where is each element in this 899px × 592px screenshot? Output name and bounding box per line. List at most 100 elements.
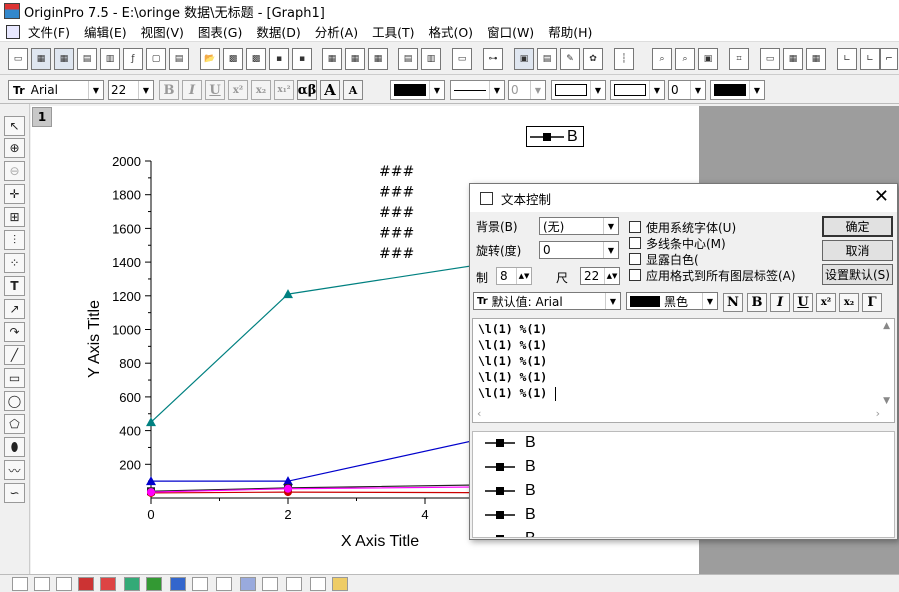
background-label: 背景(B) [476, 220, 518, 234]
y-tick-label: 1000 [112, 323, 141, 338]
text-line: \l(1) %(1) [478, 386, 548, 400]
column-plot-icon[interactable] [78, 577, 94, 591]
apply-all-layers-label: 应用格式到所有图层标签(A) [646, 269, 796, 283]
line-symbol-plot-icon[interactable] [56, 577, 72, 591]
spinner-arrows-icon[interactable]: ▲▼ [516, 268, 531, 284]
dialog-greek-button[interactable]: Γ [862, 293, 882, 312]
system-font-checkbox[interactable] [629, 221, 641, 233]
polar-plot-icon[interactable] [170, 577, 186, 591]
text-editor[interactable]: \l(1) %(1) \l(1) %(1) \l(1) %(1) \l(1) %… [472, 318, 895, 423]
legend-line-icon [496, 535, 504, 537]
rotation-label: 旋转(度) [476, 244, 522, 258]
contour-plot-icon[interactable] [240, 577, 256, 591]
dialog-title: 文本控制 [501, 191, 552, 207]
background-select[interactable]: (无) ▼ [539, 217, 619, 235]
background-value: (无) [543, 219, 565, 234]
x-axis-title[interactable]: X Axis Title [341, 533, 419, 550]
area-plot-icon[interactable] [146, 577, 162, 591]
legend-label: B [567, 127, 578, 145]
multiline-center-label: 多线条中心(M) [646, 237, 726, 251]
preview-legend-item: B [485, 458, 536, 476]
dialog-color-value: 黑色 [664, 294, 689, 309]
scroll-down-icon[interactable]: ▼ [883, 396, 890, 406]
dialog-font-select[interactable]: Tr 默认值: Arial ▼ [473, 292, 621, 310]
apply-all-layers-checkbox[interactable] [629, 269, 641, 281]
preview-legend-item: B [485, 434, 536, 452]
spinner-arrows-icon[interactable]: ▲▼ [604, 268, 619, 284]
size-spinner[interactable]: 8 ▲▼ [496, 267, 532, 285]
dialog-color-select[interactable]: 黑色 ▼ [626, 292, 718, 310]
text-preview: B B B B B [472, 431, 895, 538]
template-icon[interactable] [192, 577, 208, 591]
image-plot-icon[interactable] [332, 577, 348, 591]
multiline-center-checkbox[interactable] [629, 237, 641, 249]
dialog-bold-button[interactable]: B [747, 293, 767, 312]
y-tick-label: 1200 [112, 289, 141, 304]
hash-label: ### [379, 185, 414, 201]
size-label-a: 制 [476, 271, 489, 285]
normal-button[interactable]: N [723, 293, 743, 312]
scroll-up-icon[interactable]: ▲ [883, 321, 890, 331]
dialog-underline-button[interactable]: U [793, 293, 813, 312]
text-line: \l(1) %(1) [478, 322, 548, 336]
chevron-down-icon: ▼ [605, 293, 620, 309]
vector-plot-icon[interactable] [310, 577, 326, 591]
scatter-plot-icon[interactable] [34, 577, 50, 591]
x-tick-label: 2 [284, 507, 291, 522]
legend-line-icon [485, 463, 515, 471]
white-out-checkbox[interactable] [629, 253, 641, 265]
system-font-label: 使用系统字体(U) [646, 221, 737, 235]
3d-surface-icon[interactable] [286, 577, 302, 591]
scroll-right-icon[interactable]: › [876, 407, 880, 420]
y-axis-title[interactable]: Y Axis Title [86, 300, 103, 378]
y-tick-label: 1400 [112, 255, 141, 270]
truetype-icon: Tr [477, 295, 488, 307]
white-out-label: 显露白色( [646, 253, 699, 267]
close-icon[interactable]: ✕ [874, 186, 889, 207]
text-line: \l(1) %(1) [478, 370, 548, 384]
dialog-italic-button[interactable]: I [770, 293, 790, 312]
y-tick-label: 400 [119, 424, 141, 439]
data-point [147, 488, 155, 497]
ternary-plot-icon[interactable] [216, 577, 232, 591]
line-plot-icon[interactable] [12, 577, 28, 591]
font-size-spinner-value: 22 [584, 269, 600, 283]
chevron-down-icon: ▼ [603, 218, 618, 234]
cancel-button[interactable]: 取消 [822, 240, 893, 261]
x-tick-label: 0 [147, 507, 154, 522]
bar-plot-icon[interactable] [100, 577, 116, 591]
set-default-button[interactable]: 设置默认(S) [822, 264, 893, 285]
legend[interactable]: B [526, 126, 584, 147]
size-spinner-value: 8 [500, 269, 508, 283]
plot-toolbar [0, 574, 899, 592]
scroll-left-icon[interactable]: ‹ [477, 407, 481, 420]
3d-bar-icon[interactable] [262, 577, 278, 591]
text-control-dialog: 文本控制 ✕ 背景(B) (无) ▼ 旋转(度) 0 ▼ 制 8 ▲▼ 尺 22… [469, 183, 898, 540]
hash-label: ### [379, 164, 414, 180]
dialog-subscript-button[interactable]: x₂ [839, 293, 859, 312]
rotation-select[interactable]: 0 ▼ [539, 241, 619, 259]
rotation-value: 0 [543, 243, 551, 257]
chevron-down-icon: ▼ [603, 242, 618, 258]
legend-line-icon [485, 511, 515, 519]
hash-label: ### [379, 246, 414, 262]
size-label-b: 尺 [556, 271, 569, 285]
chevron-down-icon: ▼ [702, 293, 717, 309]
preview-legend-item: B [485, 530, 536, 537]
color-swatch [630, 295, 660, 307]
preview-legend-item: B [485, 506, 536, 524]
hash-label: ### [379, 226, 414, 242]
ok-button[interactable]: 确定 [822, 216, 893, 237]
y-tick-label: 1600 [112, 221, 141, 236]
x-tick-label: 4 [421, 507, 428, 522]
y-tick-label: 200 [119, 457, 141, 472]
text-line: \l(1) %(1) [478, 354, 548, 368]
legend-line-icon [485, 439, 515, 447]
font-size-spinner[interactable]: 22 ▲▼ [580, 267, 620, 285]
y-tick-label: 600 [119, 390, 141, 405]
hash-label: ### [379, 205, 414, 221]
dialog-superscript-button[interactable]: x² [816, 293, 836, 312]
pie-chart-icon[interactable] [124, 577, 140, 591]
dialog-icon [480, 191, 493, 205]
legend-line-icon [530, 132, 564, 141]
